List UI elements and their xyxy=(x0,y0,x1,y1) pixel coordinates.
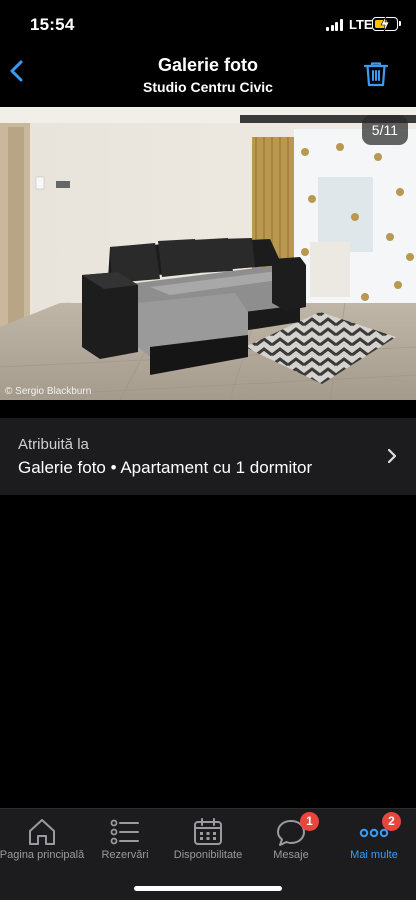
list-icon xyxy=(110,819,139,845)
attribution-label: Atribuită la xyxy=(18,436,89,453)
page-subtitle: Studio Centru Civic xyxy=(143,79,273,95)
calendar-icon xyxy=(194,818,222,845)
messages-badge: 1 xyxy=(300,812,319,831)
more-badge: 2 xyxy=(382,812,401,831)
tab-more[interactable]: 2 Mai multe xyxy=(332,809,416,879)
tab-reservations[interactable]: Rezervări xyxy=(83,809,167,879)
tab-home[interactable]: Pagina principală xyxy=(0,809,84,879)
photo-copyright: © Sergio Blackburn xyxy=(5,386,92,397)
chevron-right-icon xyxy=(387,448,397,464)
tab-label: Mai multe xyxy=(350,849,398,861)
living-room-image xyxy=(0,107,416,400)
home-icon xyxy=(29,819,55,845)
home-indicator[interactable] xyxy=(134,886,282,891)
status-time: 15:54 xyxy=(30,15,75,34)
attribution-row[interactable]: Atribuită la Galerie foto • Apartament c… xyxy=(0,418,416,495)
attribution-value: Galerie foto • Apartament cu 1 dormitor xyxy=(18,458,313,477)
tab-availability[interactable]: Disponibilitate xyxy=(166,809,250,879)
gallery-photo[interactable]: 5/11 © Sergio Blackburn xyxy=(0,107,416,400)
charging-bolt-icon xyxy=(380,16,390,32)
header: Galerie foto Studio Centru Civic xyxy=(0,48,416,106)
status-bar: 15:54 LTE xyxy=(0,0,416,48)
trash-icon[interactable] xyxy=(362,60,390,88)
tab-messages[interactable]: 1 Mesaje xyxy=(249,809,333,879)
network-type: LTE xyxy=(349,17,373,32)
battery-tip xyxy=(399,21,401,26)
photo-counter: 5/11 xyxy=(361,115,408,145)
page-title: Galerie foto xyxy=(157,55,259,75)
signal-icon xyxy=(326,19,344,31)
